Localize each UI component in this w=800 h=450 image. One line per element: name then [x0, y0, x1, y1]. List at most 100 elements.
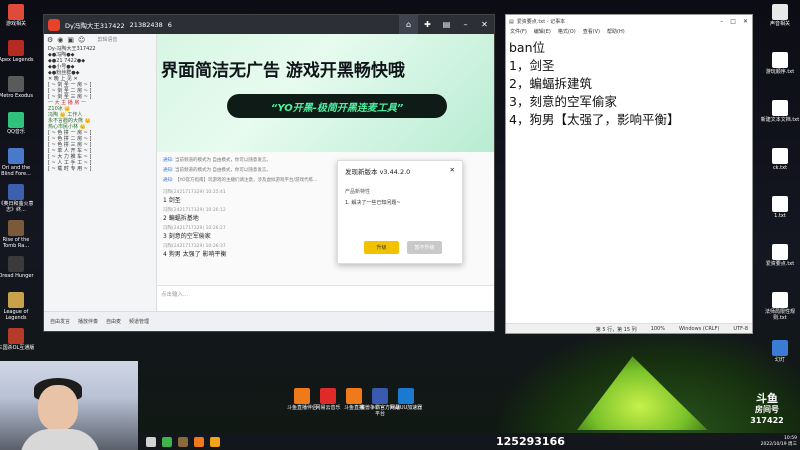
clock[interactable]: 10:59 2022/10/19 周三	[761, 436, 800, 448]
desktop-icon[interactable]: Ori and the Blind Fore...	[0, 148, 36, 177]
desktop-icon-label: Rise of the Tomb Ra...	[2, 237, 30, 249]
room-label: 房间号	[755, 405, 779, 414]
app-icon	[772, 340, 788, 356]
desktop-icon[interactable]: QQ音乐	[0, 112, 36, 135]
banner-slogan: “YO开黑-极简开黑连麦工具”	[227, 94, 447, 118]
start-icon[interactable]	[146, 436, 156, 447]
app-icon	[398, 388, 414, 404]
channel-item[interactable]: [ ~ 载 时 专 用 ~ ]	[44, 166, 156, 172]
menu-item[interactable]: 查看(V)	[583, 28, 600, 37]
menu-item[interactable]: 文件(F)	[510, 28, 527, 37]
banner-headline: 界面简洁无广告 游戏开黑畅快哦	[161, 61, 405, 81]
desktop-icon[interactable]: 新建文本文档.txt	[760, 100, 800, 123]
menu-item[interactable]: 帮助(H)	[607, 28, 625, 37]
app-icon	[772, 148, 788, 164]
skip-upgrade-button[interactable]: 暂不升级	[407, 241, 442, 254]
desktop-icon[interactable]: 法师局限性规则.txt	[760, 292, 800, 321]
channel-tree-panel: ⚙ ◉ ▣ ☺ 剪辑语音 Dy-冯陶大王317422 ◆●冯陶●◆ ◆●21 742…	[44, 34, 157, 311]
desktop-icon[interactable]: 游戏相关	[0, 4, 36, 27]
home-icon[interactable]: ⌂	[399, 15, 418, 34]
status-item[interactable]: 自由麦	[106, 318, 121, 325]
chart-icon[interactable]: ▤	[437, 15, 456, 34]
desktop-icon-label: 声音相关	[769, 21, 790, 27]
desktop-icon-label: ck.txt	[772, 165, 788, 171]
lock-icon[interactable]: ▣	[67, 36, 74, 44]
desktop-icon-label: 法师局限性规则.txt	[764, 309, 795, 321]
upgrade-button[interactable]: 升级	[364, 241, 399, 254]
minimize-icon[interactable]: –	[456, 15, 475, 34]
status-item[interactable]: 播放伴奏	[78, 318, 98, 325]
douyu-watermark: 斗鱼 房间号 317422	[744, 393, 790, 427]
desktop-icon[interactable]: League of Legends	[0, 292, 36, 321]
desktop-icon[interactable]: 1.txt	[760, 196, 800, 219]
status-item[interactable]: 频道管理	[129, 318, 149, 325]
app-icon	[772, 244, 788, 260]
notepad-menu-bar: 文件(F) 编辑(E) 格式(O) 查看(V) 帮助(H)	[506, 28, 752, 37]
users-icon[interactable]: ☺	[78, 36, 85, 44]
douyu-icon[interactable]	[194, 436, 204, 447]
system-text: 【YO官方指南】玩游戏的主播们请注意，涉及虚拟游戏平台/游戏代练...	[174, 178, 318, 183]
location-icon[interactable]: ◉	[57, 36, 63, 44]
app-icon	[8, 40, 24, 56]
desktop-icon[interactable]: 网易UU加速器	[386, 388, 426, 411]
desktop-icon[interactable]: Dread Hunger	[0, 256, 36, 279]
desktop-icon[interactable]: 三国杀OL互通版	[0, 328, 36, 351]
text-line: ban位	[509, 40, 546, 55]
yo-status-bar: 自由发言 播放伴奏 自由麦 频道管理	[44, 311, 494, 331]
desktop-icon[interactable]: 幻灯	[760, 340, 800, 363]
gear-icon[interactable]: ⚙	[47, 36, 53, 44]
app-icon	[8, 148, 24, 164]
desktop-icon-label: 三国杀OL互通版	[0, 345, 35, 351]
app-icon	[8, 292, 24, 308]
ad-banner[interactable]: 界面简洁无广告 游戏开黑畅快哦 “YO开黑-极简开黑连麦工具”	[157, 34, 494, 152]
menu-item[interactable]: 格式(O)	[558, 28, 576, 37]
text-line: 4，狗男【太强了，影响平衡】	[509, 112, 680, 127]
desktop-icon-label: 1.txt	[774, 213, 786, 219]
desktop-icon-label: Apex Legends	[0, 57, 34, 63]
clock-date: 2022/10/19 周三	[760, 441, 797, 447]
desktop-icon[interactable]: Rise of the Tomb Ra...	[0, 220, 36, 249]
minimize-icon[interactable]: –	[720, 18, 723, 25]
yo-channel-title: Dy冯陶大王317422	[65, 21, 125, 30]
app-icon	[772, 100, 788, 116]
webcam-body	[20, 429, 100, 450]
app-icon	[8, 76, 24, 92]
desktop-icon[interactable]: 《奥日和萤火意志》终...	[0, 184, 36, 213]
close-icon[interactable]: ✕	[450, 166, 455, 176]
system-text: 当前频道的模式为 自由模式，你可以随意发言。	[174, 168, 271, 173]
game-icon[interactable]	[178, 436, 188, 447]
close-icon[interactable]: ✕	[475, 15, 494, 34]
menu-item[interactable]: 编辑(E)	[534, 28, 551, 37]
desktop-icon-label: 爱资要点.txt	[765, 261, 795, 267]
desktop-icon[interactable]: ck.txt	[760, 148, 800, 171]
system-text: 当前频道的模式为 自由模式，你可以随意发言。	[174, 158, 271, 163]
desktop-icon-label: 游玩顺序.txt	[765, 69, 795, 75]
desktop-icon-label: Dread Hunger	[0, 273, 34, 279]
status-item[interactable]: 自由发言	[50, 318, 70, 325]
app-icon	[8, 220, 24, 236]
chat-input[interactable]: 点击输入...	[157, 285, 494, 311]
app-icon	[8, 184, 24, 200]
desktop-icon[interactable]: 爱资要点.txt	[760, 244, 800, 267]
maximize-icon[interactable]: □	[730, 18, 736, 25]
desktop-icon-label: 游戏相关	[5, 21, 26, 27]
record-icon[interactable]	[210, 436, 220, 447]
streamer-webcam	[0, 361, 138, 450]
gamepad-icon[interactable]: ✚	[418, 15, 437, 34]
desktop-icon[interactable]: Metro Exodus	[0, 76, 36, 99]
desktop-icon-label: Metro Exodus	[0, 93, 33, 99]
desktop-icon-label: 网易UU加速器	[389, 405, 423, 411]
channel-toolbar: ⚙ ◉ ▣ ☺ 剪辑语音	[44, 34, 156, 46]
wechat-icon[interactable]	[162, 436, 172, 447]
taskbar: 125293166 10:59 2022/10/19 周三	[138, 433, 800, 450]
notepad-text-area[interactable]: ban位 1，剑圣 2，蝙蝠拆建筑 3，刻意的空军偷家 4，狗男【太强了，影响平衡】	[506, 37, 752, 131]
app-icon	[772, 196, 788, 212]
app-icon	[772, 52, 788, 68]
notepad-titlebar: ▤ 爱资要点.txt - 记事本 – □ ✕	[506, 15, 752, 28]
desktop-icon[interactable]: 游玩顺序.txt	[760, 52, 800, 75]
search-label[interactable]: 剪辑语音	[97, 36, 117, 44]
yo-channel-id: 21382438	[129, 20, 163, 29]
desktop-icon[interactable]: 声音相关	[760, 4, 800, 27]
desktop-icon[interactable]: Apex Legends	[0, 40, 36, 63]
close-icon[interactable]: ✕	[743, 18, 748, 25]
